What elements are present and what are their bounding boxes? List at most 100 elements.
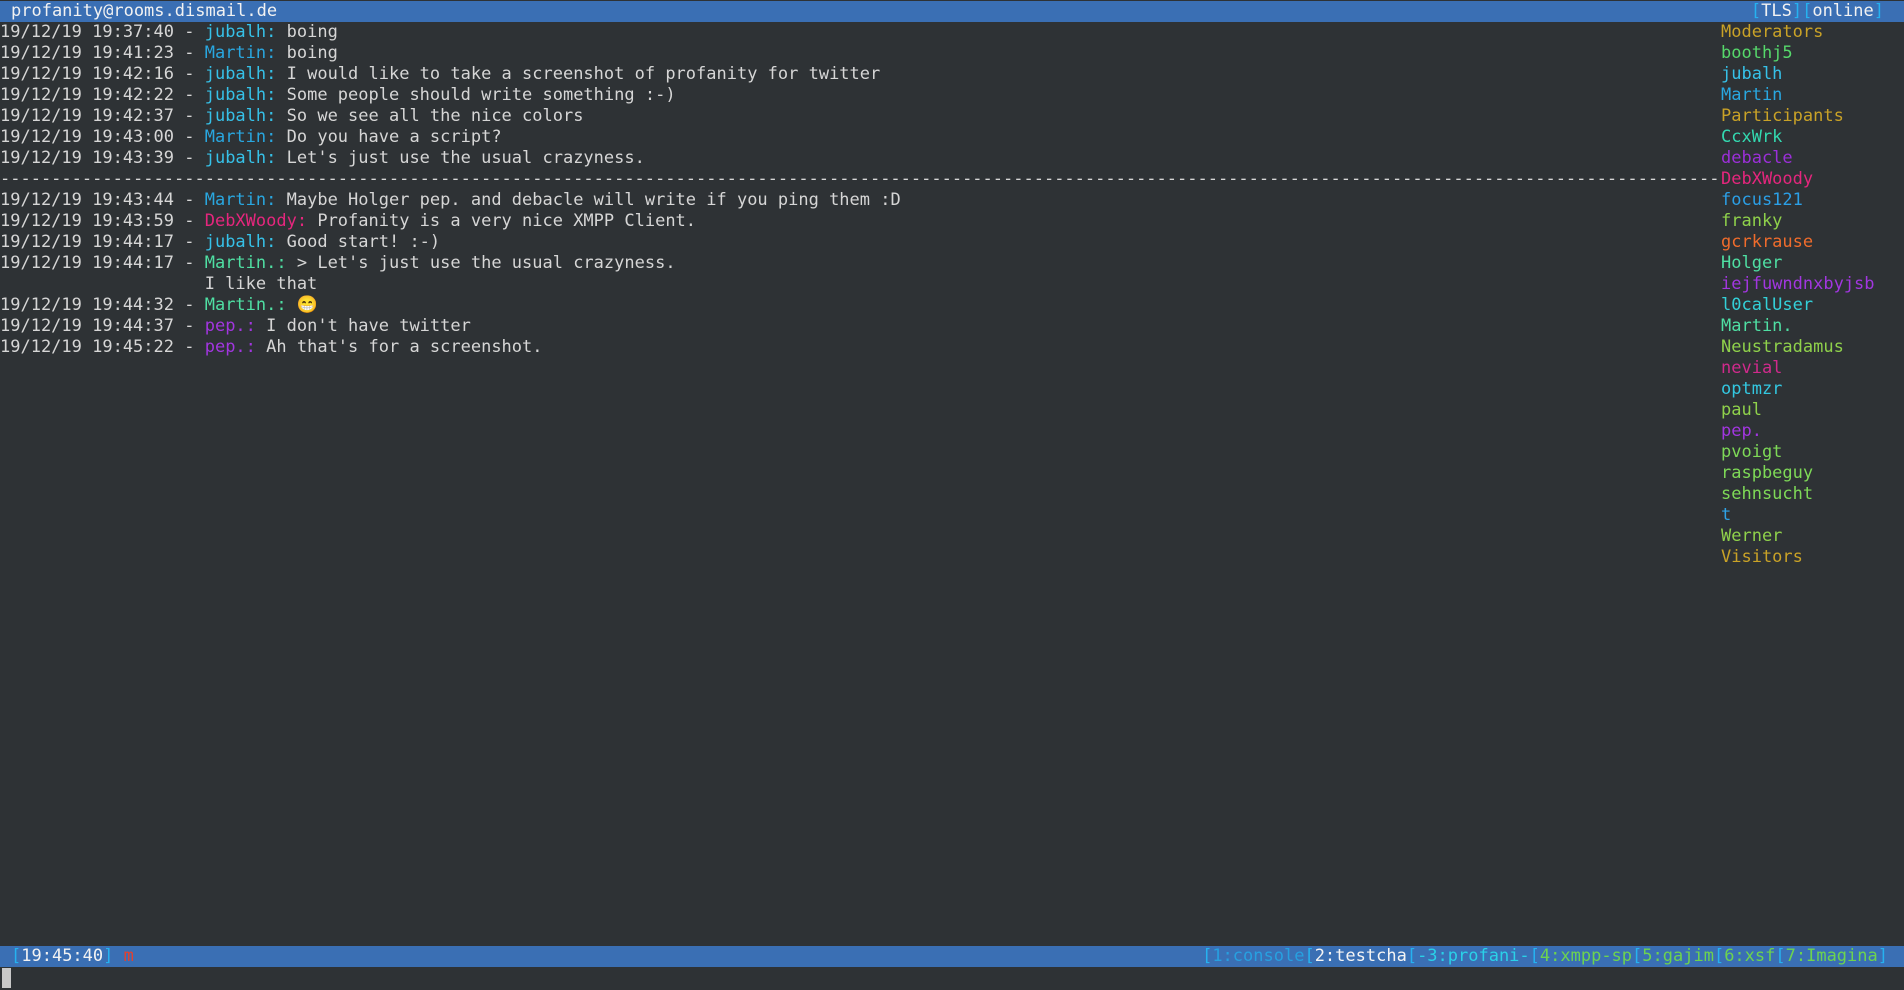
occupant-item[interactable]: optmzr bbox=[1721, 379, 1904, 400]
presence-status: online bbox=[1812, 1, 1874, 21]
occupant-item[interactable]: paul bbox=[1721, 400, 1904, 421]
connection-status: [TLS][online] bbox=[1750, 1, 1884, 21]
chat-message: 19/12/19 19:44:32 - Martin.: 😁 bbox=[0, 295, 1700, 316]
occupant-item[interactable]: CcxWrk bbox=[1721, 127, 1904, 148]
message-nick: Martin: bbox=[204, 127, 277, 147]
message-dash: - bbox=[174, 106, 205, 126]
occupant-item[interactable]: debacle bbox=[1721, 148, 1904, 169]
message-text: So we see all the nice colors bbox=[286, 106, 584, 126]
window-tabs: [1:console[2:testcha[-3:profani-[4:xmpp-… bbox=[1202, 946, 1888, 967]
chat-message: 19/12/19 19:37:40 - jubalh: boing bbox=[0, 22, 1700, 43]
message-text: boing bbox=[286, 22, 338, 42]
message-space bbox=[256, 316, 266, 336]
occupant-item[interactable]: l0calUser bbox=[1721, 295, 1904, 316]
message-space bbox=[276, 232, 286, 252]
occupant-item[interactable]: pvoigt bbox=[1721, 442, 1904, 463]
mode-indicator: m bbox=[123, 946, 134, 966]
read-marker-separator: ----------------------------------------… bbox=[0, 169, 1720, 189]
tab-bracket: [ bbox=[1406, 946, 1418, 966]
tab-5[interactable]: 5:gajim bbox=[1642, 946, 1714, 966]
chat-message: 19/12/19 19:41:23 - Martin: boing bbox=[0, 43, 1700, 64]
chat-window: 19/12/19 19:37:40 - jubalh: boing 19/12/1… bbox=[0, 22, 1720, 942]
occupant-item[interactable]: gcrkrause bbox=[1721, 232, 1904, 253]
terminal-window: profanity@rooms.dismail.de [TLS][online]… bbox=[0, 0, 1904, 990]
occupant-item[interactable]: Neustradamus bbox=[1721, 337, 1904, 358]
tls-indicator: TLS bbox=[1761, 1, 1792, 21]
chat-message: 19/12/19 19:45:22 - pep.: Ah that's for … bbox=[0, 337, 1700, 358]
message-nick: jubalh: bbox=[204, 106, 277, 126]
tab-2[interactable]: 2:testcha bbox=[1315, 946, 1407, 966]
message-timestamp: 19/12/19 19:44:32 bbox=[0, 295, 174, 315]
chat-message: 19/12/19 19:42:22 - jubalh: Some people … bbox=[0, 85, 1700, 106]
message-space bbox=[287, 295, 297, 315]
chat-message: 19/12/19 19:44:17 - jubalh: Good start! … bbox=[0, 232, 1700, 253]
occupant-item[interactable]: franky bbox=[1721, 211, 1904, 232]
chat-message: 19/12/19 19:43:39 - jubalh: Let's just u… bbox=[0, 148, 1700, 169]
chat-message: 19/12/19 19:43:00 - Martin: Do you have … bbox=[0, 127, 1700, 148]
message-nick: jubalh: bbox=[204, 64, 277, 84]
chat-message: 19/12/19 19:44:37 - pep.: I don't have t… bbox=[0, 316, 1700, 337]
occupant-item[interactable]: boothj5 bbox=[1721, 43, 1904, 64]
message-space bbox=[276, 127, 286, 147]
message-nick: Martin: bbox=[204, 190, 277, 210]
message-timestamp: 19/12/19 19:43:59 bbox=[0, 211, 174, 231]
message-timestamp: 19/12/19 19:43:39 bbox=[0, 148, 174, 168]
message-timestamp: 19/12/19 19:42:37 bbox=[0, 106, 174, 126]
occupant-item[interactable]: sehnsucht bbox=[1721, 484, 1904, 505]
message-dash: - bbox=[174, 337, 205, 357]
occupant-item[interactable]: t bbox=[1721, 505, 1904, 526]
tab-4[interactable]: 4:xmpp-sp bbox=[1540, 946, 1632, 966]
message-space bbox=[276, 85, 286, 105]
message-text: Do you have a script? bbox=[286, 127, 502, 147]
message-timestamp: 19/12/19 19:44:17 bbox=[0, 253, 174, 273]
occupant-item[interactable]: Martin. bbox=[1721, 316, 1904, 337]
tab-3[interactable]: -3:profani- bbox=[1417, 946, 1530, 966]
tab-bracket: [ bbox=[1304, 946, 1315, 966]
message-dash: - bbox=[174, 190, 205, 210]
tab-bracket: [ bbox=[1202, 946, 1213, 966]
message-nick: DebXWoody: bbox=[204, 211, 308, 231]
chat-message: 19/12/19 19:42:16 - jubalh: I would like… bbox=[0, 64, 1700, 85]
room-jid: profanity@rooms.dismail.de bbox=[11, 1, 278, 21]
tab-1[interactable]: 1:console bbox=[1212, 946, 1304, 966]
occupant-item[interactable]: jubalh bbox=[1721, 64, 1904, 85]
chat-message: 19/12/19 19:43:59 - DebXWoody: Profanity… bbox=[0, 211, 1700, 232]
message-timestamp: 19/12/19 19:43:00 bbox=[0, 127, 174, 147]
message-nick: Martin.: bbox=[204, 295, 287, 315]
tab-7[interactable]: 7:Imagina bbox=[1786, 946, 1878, 966]
message-timestamp: 19/12/19 19:42:22 bbox=[0, 85, 174, 105]
occupant-item[interactable]: Holger bbox=[1721, 253, 1904, 274]
occupant-item[interactable]: DebXWoody bbox=[1721, 169, 1904, 190]
message-space bbox=[276, 106, 286, 126]
message-timestamp: 19/12/19 19:37:40 bbox=[0, 22, 174, 42]
message-dash: - bbox=[174, 253, 205, 273]
message-text: 😁 bbox=[296, 295, 319, 315]
message-dash: - bbox=[174, 85, 205, 105]
message-text: Some people should write something :-) bbox=[286, 85, 676, 105]
occupants-list: Moderators boothj5 jubalh Martin Participant… bbox=[1721, 22, 1904, 568]
occupant-item[interactable]: iejfuwndnxbyjsb bbox=[1721, 274, 1904, 295]
occupant-item[interactable]: focus121 bbox=[1721, 190, 1904, 211]
message-nick: jubalh: bbox=[204, 22, 277, 42]
tab-bracket: [ bbox=[1775, 946, 1786, 966]
message-timestamp: 19/12/19 19:45:22 bbox=[0, 337, 174, 357]
message-text: I don't have twitter bbox=[266, 316, 471, 336]
input-line[interactable] bbox=[0, 968, 1904, 990]
message-dash: - bbox=[174, 316, 205, 336]
message-nick: Martin: bbox=[204, 43, 277, 63]
occupant-item[interactable]: Werner bbox=[1721, 526, 1904, 547]
status-bar: [19:45:40] m [1:console[2:testcha[-3:pro… bbox=[0, 946, 1904, 967]
occupant-item[interactable]: nevial bbox=[1721, 358, 1904, 379]
occupant-item[interactable]: pep. bbox=[1721, 421, 1904, 442]
chat-message: 19/12/19 19:42:37 - jubalh: So we see al… bbox=[0, 106, 1700, 127]
occupant-item[interactable]: raspbeguy bbox=[1721, 463, 1904, 484]
message-space bbox=[276, 43, 286, 63]
message-dash: - bbox=[174, 43, 205, 63]
tab-6[interactable]: 6:xsf bbox=[1724, 946, 1775, 966]
occupant-item[interactable]: Martin bbox=[1721, 85, 1904, 106]
message-space bbox=[276, 190, 286, 210]
message-dash: - bbox=[174, 211, 205, 231]
chat-message: 19/12/19 19:44:17 - Martin.: > Let's jus… bbox=[0, 253, 1700, 274]
clock-time: 19:45:40 bbox=[21, 946, 104, 966]
